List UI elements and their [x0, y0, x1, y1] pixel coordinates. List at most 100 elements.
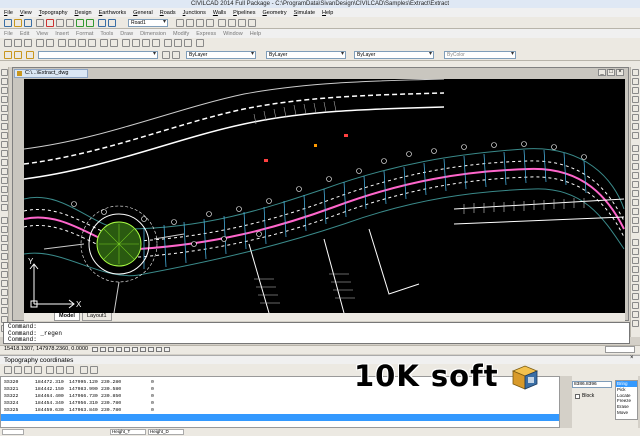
sort-icon[interactable]: [56, 366, 64, 374]
menu-simulate[interactable]: Simulate: [294, 10, 315, 16]
make-current-icon[interactable]: [162, 51, 170, 59]
copy-icon[interactable]: [56, 19, 64, 27]
footer-height-d[interactable]: Height_D: [148, 429, 184, 435]
menu-earthworks[interactable]: Earthworks: [99, 10, 127, 16]
snap-tangent-icon[interactable]: [632, 190, 639, 197]
tolerance-icon[interactable]: [632, 114, 639, 121]
plotstyle-select[interactable]: ByColor: [444, 51, 516, 59]
otrack-toggle[interactable]: [132, 347, 138, 352]
region-icon[interactable]: [1, 186, 8, 193]
construction-line-icon[interactable]: [1, 78, 8, 85]
cad-menu-modify[interactable]: Modify: [173, 31, 189, 37]
design-center-icon[interactable]: [174, 39, 182, 47]
hatch-icon[interactable]: [1, 177, 8, 184]
dim-aligned-icon[interactable]: [632, 78, 639, 85]
contour-icon[interactable]: [228, 19, 236, 27]
array-icon[interactable]: [1, 253, 8, 260]
snap-node-icon[interactable]: [632, 208, 639, 215]
cad-save-icon[interactable]: [24, 39, 32, 47]
layer-on-icon[interactable]: [26, 51, 34, 59]
menu-help[interactable]: Help: [322, 10, 333, 16]
document-tab[interactable]: C:\...\Extract_dwg: [14, 69, 88, 78]
cad-menu-dimension[interactable]: Dimension: [140, 31, 166, 37]
polyline-icon[interactable]: [1, 87, 8, 94]
close-drawing-button[interactable]: ×: [616, 69, 624, 76]
action-list[interactable]: Bring Pick Locate Freeze Erase Move: [615, 380, 638, 420]
menu-topography[interactable]: Topography: [39, 10, 68, 16]
cad-new-icon[interactable]: [4, 39, 12, 47]
road-select[interactable]: Road1: [128, 19, 168, 27]
cad-preview-icon[interactable]: [46, 39, 54, 47]
layer-manager-icon[interactable]: [4, 51, 12, 59]
center-mark-icon[interactable]: [632, 123, 639, 130]
menu-walls[interactable]: Walls: [213, 10, 226, 16]
rectangle-icon[interactable]: [1, 105, 8, 112]
arc-icon[interactable]: [1, 114, 8, 121]
snap-nearest-icon[interactable]: [632, 217, 639, 224]
cad-menu-tools[interactable]: Tools: [100, 31, 113, 37]
footer-field-empty[interactable]: [2, 429, 24, 435]
alignment-icon[interactable]: [186, 19, 194, 27]
cad-menu-draw[interactable]: Draw: [120, 31, 133, 37]
polar-toggle[interactable]: [116, 347, 122, 352]
dim-linear-icon[interactable]: [632, 69, 639, 76]
mirror-icon[interactable]: [1, 235, 8, 242]
match-properties-icon[interactable]: [88, 39, 96, 47]
add-point-icon[interactable]: [24, 366, 32, 374]
move-icon[interactable]: [1, 262, 8, 269]
cad-open-icon[interactable]: [14, 39, 22, 47]
layer-previous-icon[interactable]: [172, 51, 180, 59]
cad-menu-window[interactable]: Window: [223, 31, 243, 37]
table-icon[interactable]: [248, 19, 256, 27]
help-icon[interactable]: [196, 39, 204, 47]
snap-quadrant-icon[interactable]: [632, 181, 639, 188]
linetype-select[interactable]: ByLayer: [266, 51, 346, 59]
minimize-drawing-button[interactable]: _: [598, 69, 606, 76]
coordinate-field[interactable]: 8386.8396: [572, 381, 612, 388]
menu-view[interactable]: View: [20, 10, 32, 16]
cad-menu-format[interactable]: Format: [76, 31, 93, 37]
dim-angular-icon[interactable]: [632, 96, 639, 103]
extend-icon[interactable]: [1, 307, 8, 314]
solid-icon[interactable]: [632, 311, 639, 318]
camera-icon[interactable]: [632, 284, 639, 291]
table-row[interactable]: SS324 184454.340 147956.310 230.780 0: [1, 400, 559, 407]
new-icon[interactable]: [4, 19, 12, 27]
export-points-icon[interactable]: [14, 366, 22, 374]
block-checkbox[interactable]: [575, 394, 580, 399]
shade-icon[interactable]: [632, 266, 639, 273]
import-points-icon[interactable]: [4, 366, 12, 374]
terrain-icon[interactable]: [218, 19, 226, 27]
table-row[interactable]: SS322 184464.400 147966.730 230.850 0: [1, 393, 559, 400]
lineweight-select[interactable]: ByLayer: [354, 51, 434, 59]
snap-perpendicular-icon[interactable]: [632, 199, 639, 206]
tab-model[interactable]: Model: [54, 313, 80, 321]
zoom-icon[interactable]: [108, 19, 116, 27]
restore-drawing-button[interactable]: □: [607, 69, 615, 76]
footer-height-t[interactable]: Height_T: [110, 429, 146, 435]
spline-icon[interactable]: [1, 132, 8, 139]
cad-menu-file[interactable]: File: [4, 31, 13, 37]
paste-icon[interactable]: [66, 19, 74, 27]
realtime-zoom-icon[interactable]: [132, 39, 140, 47]
tool-palettes-icon[interactable]: [184, 39, 192, 47]
menu-design[interactable]: Design: [74, 10, 91, 16]
snap-center-icon[interactable]: [632, 172, 639, 179]
menu-roads[interactable]: Roads: [160, 10, 176, 16]
make-block-icon[interactable]: [1, 159, 8, 166]
circle-icon[interactable]: [1, 123, 8, 130]
ucs-icon[interactable]: [632, 239, 639, 246]
material-icon[interactable]: [632, 302, 639, 309]
cad-cut-icon[interactable]: [58, 39, 66, 47]
snap-midpoint-icon[interactable]: [632, 154, 639, 161]
ducs-toggle[interactable]: [140, 347, 146, 352]
delete-point-icon[interactable]: [34, 366, 42, 374]
action-item-move[interactable]: Move: [616, 410, 637, 416]
snap-none-icon[interactable]: [632, 226, 639, 233]
erase-icon[interactable]: [1, 217, 8, 224]
menu-file[interactable]: File: [4, 10, 13, 16]
polygon-icon[interactable]: [1, 96, 8, 103]
pan-icon[interactable]: [98, 19, 106, 27]
redo-icon[interactable]: [86, 19, 94, 27]
surface-icon[interactable]: [632, 320, 639, 327]
